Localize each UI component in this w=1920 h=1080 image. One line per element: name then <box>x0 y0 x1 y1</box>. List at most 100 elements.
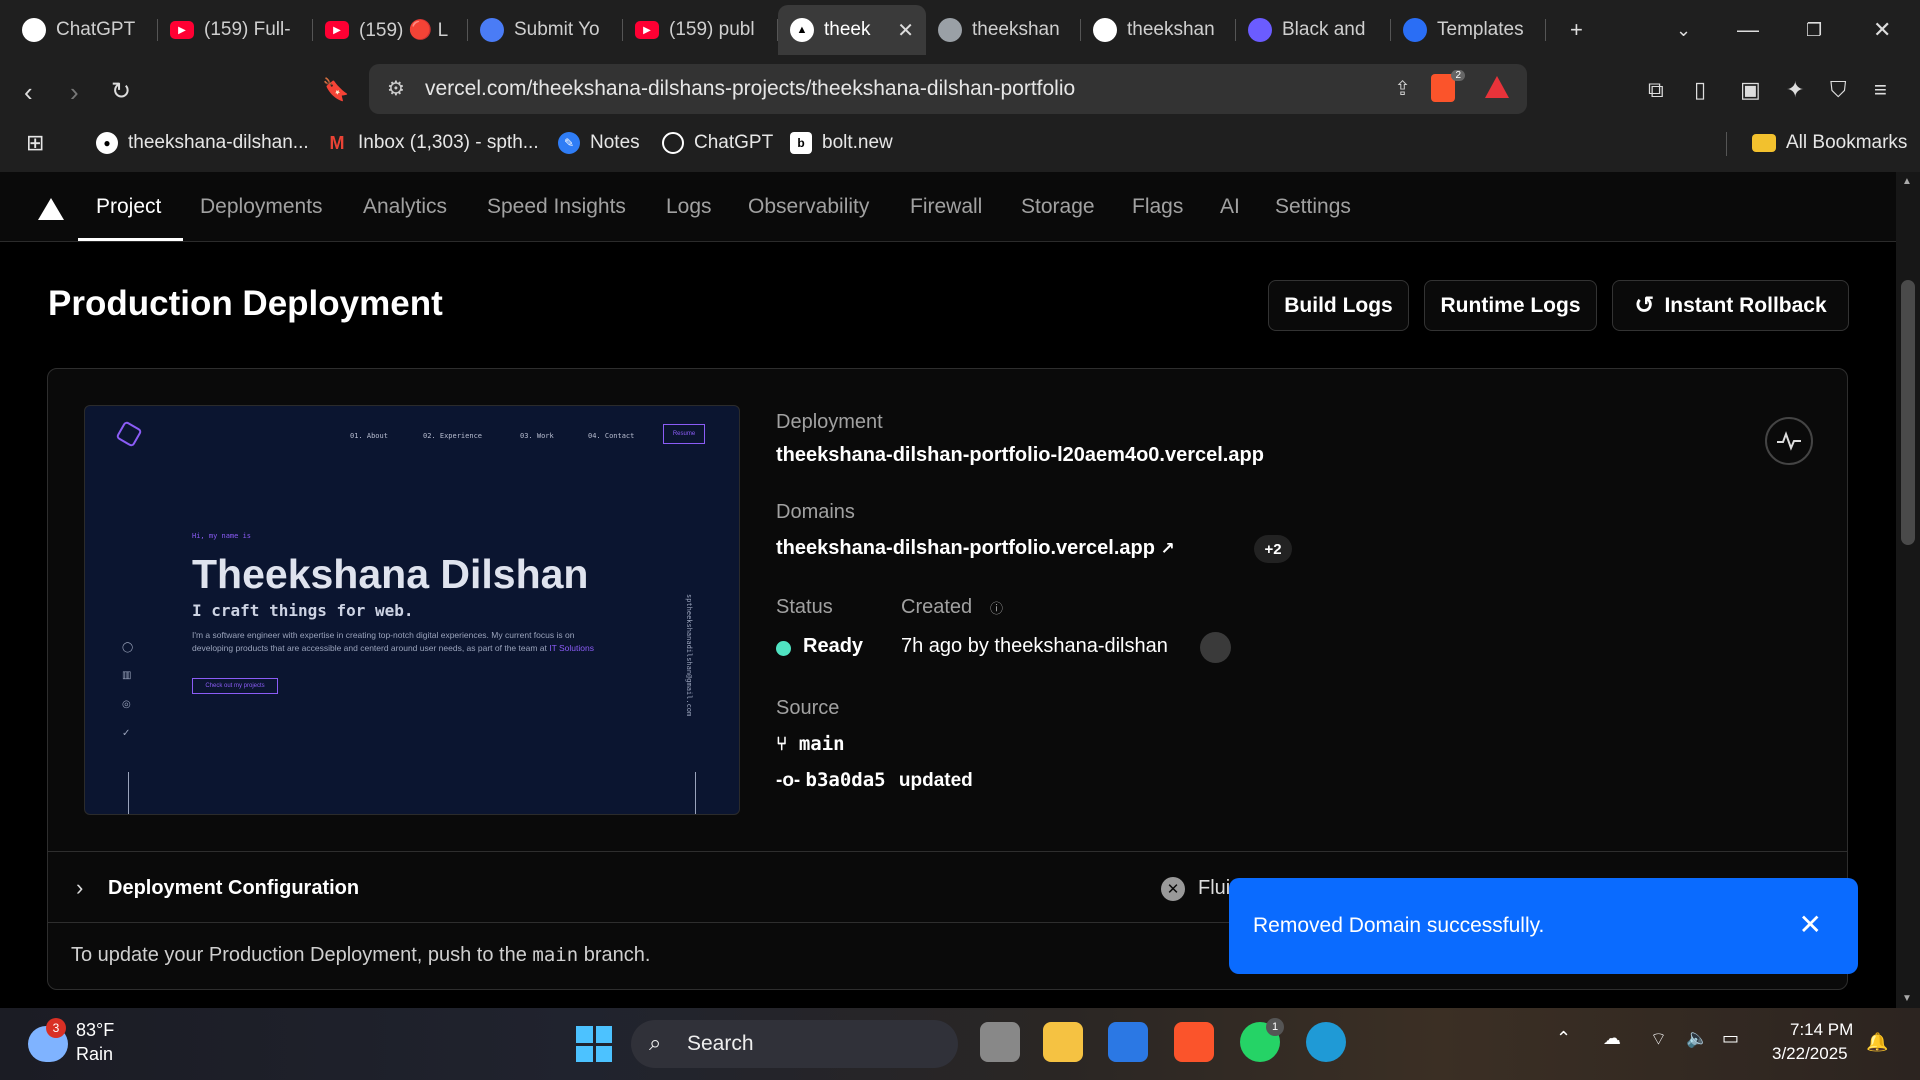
bookmark-notes[interactable]: ✎ Notes <box>558 124 640 162</box>
scroll-up-icon[interactable]: ▲ <box>1902 176 1912 187</box>
search-label: Search <box>687 1032 754 1055</box>
domain-link[interactable]: theekshana-dilshan-portfolio.vercel.app … <box>776 537 1175 560</box>
tab-ai[interactable]: AI <box>1220 172 1240 242</box>
browser-tab[interactable]: ▶ (159) 🔴 L <box>313 5 468 55</box>
browser-tab[interactable]: Templates <box>1391 5 1546 55</box>
tab-deployments[interactable]: Deployments <box>200 172 323 242</box>
browser-tab[interactable]: theekshan <box>926 5 1081 55</box>
deployment-config-toggle[interactable]: Deployment Configuration <box>108 877 359 900</box>
browser-tab[interactable]: Submit Yo <box>468 5 623 55</box>
build-logs-button[interactable]: Build Logs <box>1268 280 1409 331</box>
taskbar-search[interactable]: ⌕ Search <box>631 1020 958 1068</box>
tab-search-chevron-icon[interactable]: ⌄ <box>1676 0 1691 60</box>
page-scrollbar[interactable]: ▲ ▼ <box>1896 172 1920 1008</box>
browser-tab[interactable]: ▶ (159) publ <box>623 5 778 55</box>
footer-prefix: To update your Production Deployment, pu… <box>71 944 533 966</box>
menu-icon[interactable]: ≡ <box>1874 77 1887 103</box>
wifi-icon[interactable]: ⌔ <box>1650 1028 1667 1051</box>
branch-name: main <box>798 733 845 755</box>
preview-tagline: I craft things for web. <box>192 601 414 620</box>
all-bookmarks[interactable]: All Bookmarks <box>1752 124 1907 162</box>
task-view-icon[interactable] <box>980 1022 1020 1062</box>
scroll-down-icon[interactable]: ▼ <box>1902 993 1912 1004</box>
brave-rewards-icon[interactable] <box>1485 76 1509 98</box>
extensions-icon[interactable]: ⧉ <box>1648 77 1664 103</box>
tab-speed-insights[interactable]: Speed Insights <box>487 172 626 242</box>
back-button[interactable]: ‹ <box>24 77 33 108</box>
commit[interactable]: -o- b3a0da5 updated <box>776 769 973 792</box>
edge-icon[interactable] <box>1306 1022 1346 1062</box>
tab-observability[interactable]: Observability <box>748 172 869 242</box>
tab-firewall[interactable]: Firewall <box>910 172 982 242</box>
chevron-right-icon[interactable]: › <box>76 875 83 901</box>
bookmarks-divider <box>1726 132 1727 156</box>
battery-icon[interactable]: ▭ <box>1722 1028 1739 1049</box>
more-domains-badge[interactable]: +2 <box>1254 535 1292 563</box>
tab-settings[interactable]: Settings <box>1275 172 1351 242</box>
browser-tab[interactable]: Black and <box>1236 5 1391 55</box>
apps-grid-icon[interactable]: ⊞ <box>26 124 44 162</box>
bookmark-bolt[interactable]: b bolt.new <box>790 124 893 162</box>
browser-tab[interactable]: ▲ theek ✕ <box>778 5 926 55</box>
scrollbar-thumb[interactable] <box>1901 280 1915 545</box>
tab-analytics[interactable]: Analytics <box>363 172 447 242</box>
vercel-logo-icon[interactable] <box>38 198 64 220</box>
restore-button[interactable]: ❐ <box>1806 0 1822 60</box>
brave-shields-badge: 2 <box>1451 70 1465 81</box>
bookmark-icon[interactable]: 🔖 <box>322 77 349 103</box>
deployment-url[interactable]: theekshana-dilshan-portfolio-l20aem4o0.v… <box>776 444 1264 467</box>
tab-project[interactable]: Project <box>96 172 161 242</box>
address-bar[interactable]: ⚙ vercel.com/theekshana-dilshans-project… <box>369 64 1527 114</box>
brave-taskbar-icon[interactable] <box>1174 1022 1214 1062</box>
sidebar-icon[interactable]: ▯ <box>1694 77 1706 103</box>
notification-bell-icon[interactable]: 🔔 <box>1866 1032 1888 1053</box>
toast-message: Removed Domain successfully. <box>1253 914 1545 937</box>
vpn-icon[interactable]: ⛉ <box>1830 77 1847 103</box>
bookmark-label: Inbox (1,303) - spth... <box>358 132 539 153</box>
file-explorer-icon[interactable] <box>1043 1022 1083 1062</box>
share-icon[interactable]: ⇪ <box>1394 76 1411 101</box>
close-tab-icon[interactable]: ✕ <box>897 18 914 43</box>
preview-paragraph-text: I'm a software engineer with expertise i… <box>192 630 575 653</box>
preview-instagram-icon: ◎ <box>122 699 131 710</box>
tab-title: Black and <box>1282 19 1366 40</box>
browser-tab[interactable]: theekshan <box>1081 5 1236 55</box>
new-tab-button[interactable]: + <box>1570 0 1583 60</box>
wallet-icon[interactable]: ▣ <box>1740 77 1761 103</box>
leo-ai-icon[interactable]: ✦ <box>1786 77 1804 103</box>
avatar[interactable] <box>1200 632 1231 663</box>
tray-chevron-icon[interactable]: ⌃ <box>1556 1028 1571 1049</box>
preview-cta-button: Check out my projects <box>192 678 278 694</box>
instant-rollback-button[interactable]: ↺ Instant Rollback <box>1612 280 1849 331</box>
preview-resume-button: Resume <box>663 424 705 444</box>
forward-button[interactable]: › <box>70 77 79 108</box>
reload-button[interactable]: ↻ <box>111 77 131 106</box>
toast-close-icon[interactable]: ✕ <box>1799 908 1822 941</box>
start-icon[interactable] <box>576 1026 612 1062</box>
info-icon[interactable]: ⓘ <box>990 598 1003 617</box>
tab-flags[interactable]: Flags <box>1132 172 1183 242</box>
close-window-button[interactable]: ✕ <box>1873 0 1891 60</box>
minimize-button[interactable]: — <box>1737 0 1759 60</box>
branch[interactable]: ⑂ main <box>776 733 845 755</box>
store-icon[interactable] <box>1108 1022 1148 1062</box>
site-settings-icon[interactable]: ⚙ <box>387 76 405 101</box>
deployment-preview[interactable]: 01. About 02. Experience 03. Work 04. Co… <box>84 405 740 815</box>
browser-tab[interactable]: ChatGPT <box>10 5 158 55</box>
notes-icon: ✎ <box>558 132 580 154</box>
bookmark-gmail[interactable]: M Inbox (1,303) - spth... <box>326 124 539 162</box>
runtime-logs-button[interactable]: Runtime Logs <box>1424 280 1597 331</box>
tab-logs[interactable]: Logs <box>666 172 712 242</box>
bookmark-github[interactable]: ● theekshana-dilshan... <box>96 124 309 162</box>
browser-tab[interactable]: ▶ (159) Full- <box>158 5 313 55</box>
activity-monitor-icon[interactable] <box>1765 417 1813 465</box>
volume-icon[interactable]: 🔈 <box>1686 1028 1708 1049</box>
clock-date[interactable]: 3/22/2025 <box>1772 1044 1848 1064</box>
chatgpt-icon <box>662 132 684 154</box>
external-link-icon: ↗ <box>1160 539 1175 558</box>
bookmark-chatgpt[interactable]: ChatGPT <box>662 124 773 162</box>
tab-storage[interactable]: Storage <box>1021 172 1095 242</box>
clock-time[interactable]: 7:14 PM <box>1790 1020 1853 1040</box>
preview-paragraph: I'm a software engineer with expertise i… <box>192 629 612 655</box>
onedrive-icon[interactable]: ☁ <box>1603 1028 1621 1049</box>
